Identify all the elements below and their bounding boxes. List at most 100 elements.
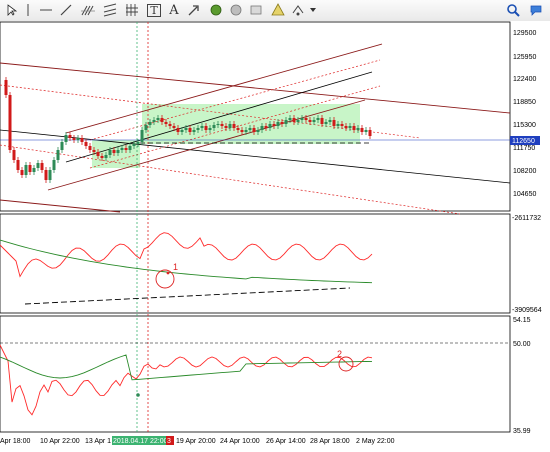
time-marker-label: 3	[167, 438, 171, 445]
candle-body	[180, 130, 184, 132]
vertical-line-icon[interactable]	[20, 2, 36, 18]
rectangle-icon[interactable]	[228, 2, 244, 18]
time-tick: 28 Apr 18:00	[310, 438, 350, 445]
candle-body	[96, 152, 100, 156]
candle-body	[360, 128, 364, 132]
candle-body	[80, 138, 84, 142]
cursor-icon[interactable]	[4, 2, 20, 18]
oscillator-tick: -3909564	[512, 307, 542, 314]
candle-body	[24, 165, 28, 175]
price-tick: 118850	[513, 99, 536, 106]
candle-body	[112, 150, 116, 153]
candle-body	[148, 122, 152, 125]
candle-body	[324, 122, 328, 124]
candle-body	[124, 148, 128, 150]
candle-body	[20, 170, 24, 175]
candle-body	[356, 128, 360, 130]
candle-body	[172, 126, 176, 128]
more-objects-icon[interactable]	[270, 2, 286, 18]
candle-body	[188, 128, 192, 132]
time-tick: 10 Apr 22:00	[40, 438, 80, 445]
candle-body	[244, 130, 248, 132]
candle-body	[76, 138, 80, 140]
shapes-dropdown-icon[interactable]	[290, 2, 306, 18]
candle-body	[52, 160, 56, 170]
candle-body	[184, 128, 188, 130]
candle-body	[316, 118, 320, 120]
candle-body	[352, 126, 356, 130]
candle-body	[280, 122, 284, 124]
community-icon[interactable]	[528, 2, 544, 18]
horizontal-line-icon[interactable]	[38, 2, 54, 18]
candle-body	[236, 128, 240, 130]
signal-dot	[136, 393, 140, 397]
time-tick: 13 Apr 1	[85, 438, 111, 445]
candle-body	[48, 170, 52, 180]
annotation-dot-1	[166, 271, 170, 275]
triangle-icon[interactable]	[248, 2, 264, 18]
candle-body	[168, 124, 172, 126]
price-tick: 108200	[513, 168, 536, 175]
candle-body	[292, 118, 296, 122]
candle-body	[224, 126, 228, 128]
candle-body	[220, 124, 224, 126]
search-icon[interactable]	[505, 2, 521, 18]
candle-body	[72, 138, 76, 140]
trendline-icon[interactable]	[58, 2, 74, 18]
time-axis: Apr 18:00 10 Apr 22:00 13 Apr 1 2018.04.…	[0, 436, 395, 445]
candle-body	[16, 160, 20, 170]
gann-grid-icon[interactable]	[124, 2, 140, 18]
candle-body	[32, 168, 36, 172]
price-tick: 129500	[513, 30, 536, 37]
candle-body	[104, 155, 108, 158]
annotation-marker-1: 1	[173, 262, 178, 272]
fibonacci-icon[interactable]	[80, 2, 96, 18]
candle-body	[320, 118, 324, 124]
candle-body	[312, 120, 316, 122]
candle-body	[164, 122, 168, 124]
ellipse-icon[interactable]	[208, 2, 224, 18]
candle-body	[208, 128, 212, 130]
candle-body	[136, 142, 140, 144]
candle-body	[64, 135, 68, 142]
candle-body	[328, 120, 332, 122]
candle-body	[304, 118, 308, 120]
candle-body	[332, 120, 336, 126]
price-chart[interactable]: 1 2 129500 125950 122400 118850 115300 1…	[0, 21, 550, 452]
candle-body	[288, 118, 292, 120]
candle-body	[212, 125, 216, 128]
chart-background	[0, 21, 550, 452]
text-label-icon[interactable]: A	[166, 2, 182, 18]
candle-body	[368, 130, 372, 136]
chevron-down-icon[interactable]	[308, 2, 318, 18]
candle-body	[68, 135, 72, 138]
candle-body	[340, 124, 344, 126]
candle-body	[296, 120, 300, 122]
rsi-tick: 54.15	[513, 317, 531, 324]
candle-body	[248, 128, 252, 130]
candle-body	[232, 124, 236, 128]
candle-body	[56, 150, 60, 160]
time-tick: 26 Apr 14:00	[266, 438, 306, 445]
time-highlight-label: 2018.04.17 22:00	[113, 438, 168, 445]
candle-body	[336, 124, 340, 126]
candle-body	[228, 124, 232, 128]
text-tool-icon[interactable]: T	[146, 2, 162, 18]
price-tick: 104650	[513, 191, 536, 198]
rsi-tick: 50.00	[513, 341, 531, 348]
candle-body	[84, 142, 88, 146]
candle-body	[216, 124, 220, 125]
candle-body	[44, 170, 48, 180]
parallel-channel-icon[interactable]	[102, 2, 118, 18]
candle-body	[8, 95, 12, 150]
candle-body	[196, 128, 200, 130]
candle-body	[204, 126, 208, 130]
time-tick: 2 May 22:00	[356, 438, 395, 445]
candle-body	[40, 163, 44, 170]
oscillator-tick: -2611732	[512, 215, 541, 222]
price-tick: 111750	[513, 145, 535, 152]
candle-body	[264, 126, 268, 128]
time-tick: 24 Apr 10:00	[220, 438, 260, 445]
candle-body	[132, 144, 136, 146]
arrow-icon[interactable]	[186, 2, 202, 18]
